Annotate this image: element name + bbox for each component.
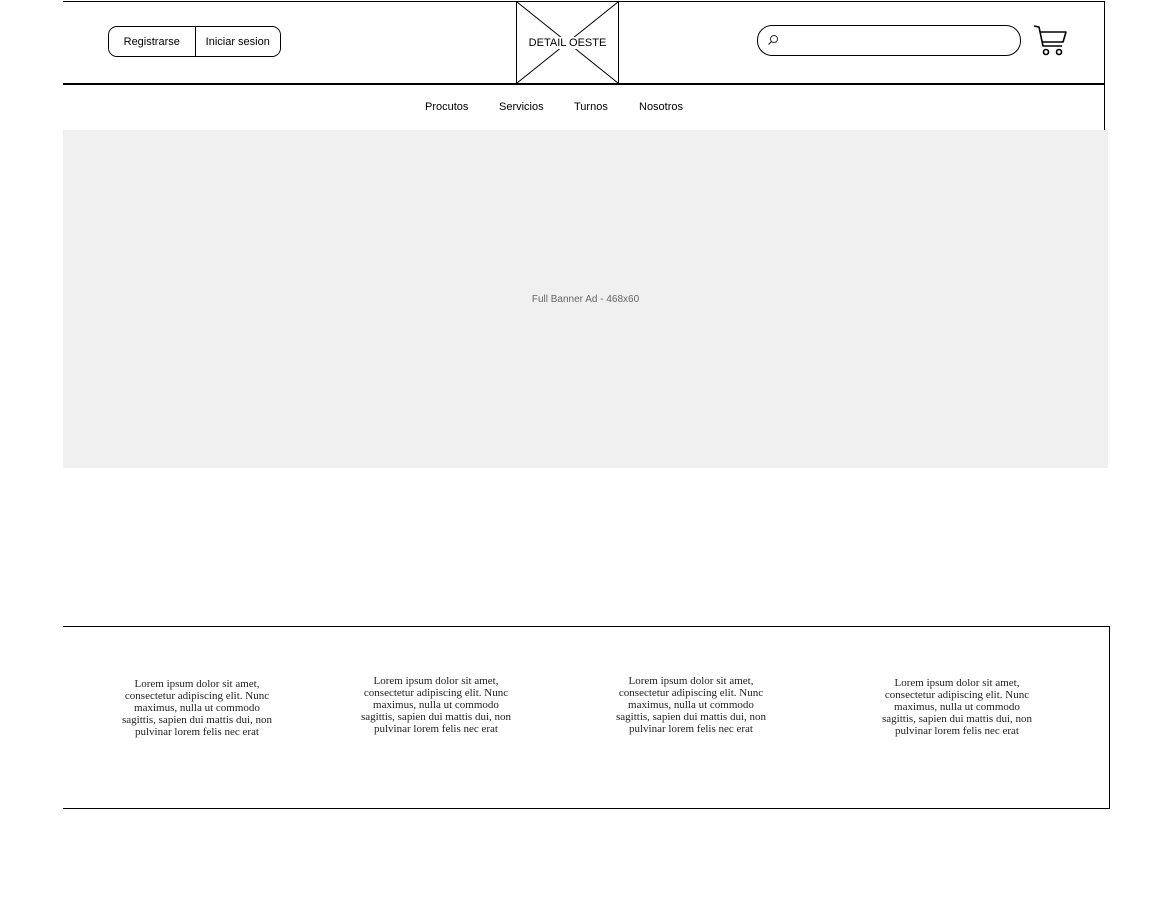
nav-item-productos[interactable]: Procutos xyxy=(425,100,468,114)
register-button[interactable]: Registrarse xyxy=(109,27,196,56)
auth-button-group: Registrarse Iniciar sesion xyxy=(108,26,281,57)
logo-text: DETAIL OESTE xyxy=(527,36,608,49)
feature-text-1: Lorem ipsum dolor sit amet, consectetur … xyxy=(121,678,273,738)
nav-item-servicios[interactable]: Servicios xyxy=(499,100,544,114)
feature-text-2: Lorem ipsum dolor sit amet, consectetur … xyxy=(360,675,512,735)
login-button[interactable]: Iniciar sesion xyxy=(195,27,280,56)
nav-item-nosotros[interactable]: Nosotros xyxy=(639,100,683,114)
nav-item-turnos[interactable]: Turnos xyxy=(574,100,608,114)
search-icon xyxy=(768,35,778,45)
search-bar[interactable] xyxy=(757,25,1021,56)
banner-ad[interactable]: Full Banner Ad - 468x60 xyxy=(63,130,1108,468)
banner-label: Full Banner Ad - 468x60 xyxy=(531,293,640,305)
search-input[interactable] xyxy=(786,30,1012,52)
feature-text-4: Lorem ipsum dolor sit amet, consectetur … xyxy=(881,677,1033,737)
shopping-cart-icon[interactable] xyxy=(1033,24,1067,58)
logo[interactable]: DETAIL OESTE xyxy=(516,1,619,84)
feature-text-3: Lorem ipsum dolor sit amet, consectetur … xyxy=(615,675,767,735)
